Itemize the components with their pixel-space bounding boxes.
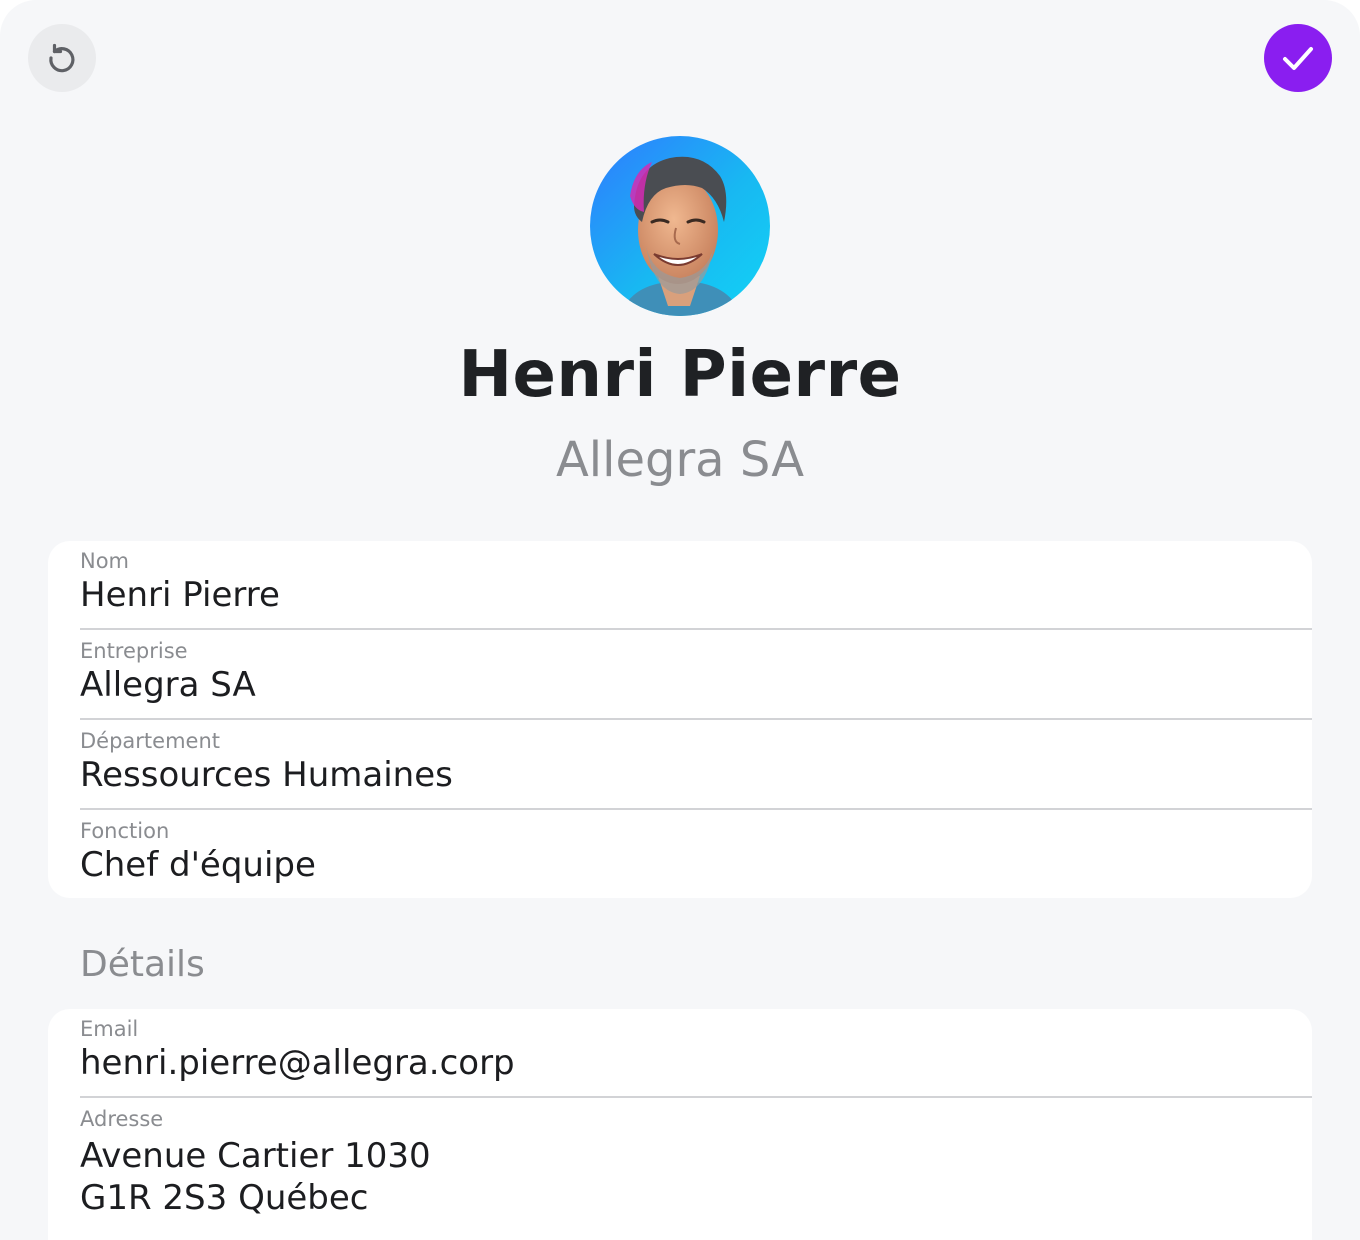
details-card: Email henri.pierre@allegra.corp Adresse …: [48, 1009, 1312, 1240]
avatar-photo: [590, 136, 770, 316]
address-value: Avenue Cartier 1030 G1R 2S3 Québec: [80, 1135, 431, 1219]
address-field[interactable]: Adresse Avenue Cartier 1030 G1R 2S3 Québ…: [80, 1099, 1312, 1240]
email-field[interactable]: Email henri.pierre@allegra.corp: [80, 1009, 1312, 1098]
address-line: Avenue Cartier 1030: [80, 1136, 431, 1176]
field-label: Nom: [80, 549, 130, 573]
field-label: Adresse: [80, 1107, 164, 1131]
field-value: Chef d'équipe: [80, 845, 316, 885]
field-value: Henri Pierre: [80, 575, 280, 615]
confirm-button[interactable]: [1264, 24, 1332, 92]
name-field[interactable]: Nom Henri Pierre: [80, 541, 1312, 630]
field-label: Département: [80, 729, 220, 753]
company-field[interactable]: Entreprise Allegra SA: [80, 631, 1312, 720]
avatar[interactable]: [590, 136, 770, 316]
function-field[interactable]: Fonction Chef d'équipe: [80, 811, 1312, 898]
field-value: Allegra SA: [80, 665, 256, 705]
contact-detail-panel: Henri Pierre Allegra SA Nom Henri Pierre…: [0, 0, 1360, 1240]
field-label: Entreprise: [80, 639, 188, 663]
address-line: G1R 2S3 Québec: [80, 1178, 369, 1218]
field-label: Fonction: [80, 819, 170, 843]
field-value: henri.pierre@allegra.corp: [80, 1043, 515, 1083]
contact-info-card: Nom Henri Pierre Entreprise Allegra SA D…: [48, 541, 1312, 898]
undo-button[interactable]: [28, 24, 96, 92]
field-value: Ressources Humaines: [80, 755, 453, 795]
field-label: Email: [80, 1017, 139, 1041]
checkmark-icon: [1283, 47, 1313, 70]
undo-icon: [49, 43, 75, 73]
details-section-header: Détails: [80, 944, 205, 985]
department-field[interactable]: Département Ressources Humaines: [80, 721, 1312, 810]
contact-name-title: Henri Pierre: [458, 338, 902, 412]
contact-company-subtitle: Allegra SA: [555, 432, 805, 488]
